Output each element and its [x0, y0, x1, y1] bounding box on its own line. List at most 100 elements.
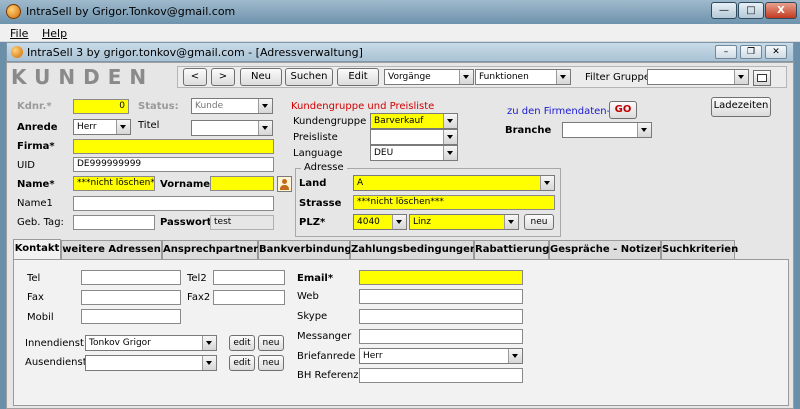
chevron-down-icon [116, 120, 130, 134]
fax-field[interactable] [81, 290, 181, 305]
next-record-button[interactable]: > [211, 68, 235, 86]
preisliste-select[interactable] [370, 129, 458, 145]
chevron-down-icon [459, 70, 473, 84]
name-label: Name* [17, 179, 55, 190]
kdnr-label: Kdnr.* [17, 101, 52, 112]
inner-window-title: IntraSell 3 by grigor.tonkov@gmail.com -… [27, 46, 363, 59]
skype-field[interactable] [359, 309, 523, 324]
chevron-down-icon [443, 146, 457, 160]
briefanrede-select[interactable]: Herr [359, 348, 523, 364]
app-logo-icon [6, 4, 21, 19]
tab-ansprechpartner[interactable]: Ansprechpartner [162, 240, 258, 260]
plz-neu-button[interactable]: neu [524, 214, 554, 230]
language-value: DEU [374, 148, 394, 158]
chevron-down-icon [504, 215, 518, 229]
aussendienst-select[interactable] [85, 355, 217, 371]
filter-group-select[interactable] [647, 69, 749, 85]
kdnr-field[interactable]: 0 [73, 99, 129, 114]
innendienst-value: Tonkov Grigor [89, 338, 151, 348]
tab-zahlungsbedingungen[interactable]: Zahlungsbedingungen [350, 240, 477, 260]
page-title: KUNDEN [11, 65, 155, 89]
messanger-field[interactable] [359, 329, 523, 344]
web-field[interactable] [359, 289, 523, 304]
inner-restore-button[interactable]: ❐ [740, 45, 762, 59]
kundengruppe-select[interactable]: Barverkauf [370, 113, 458, 129]
bhref-label: BH Referenz [297, 370, 359, 381]
tab-suchkriterien[interactable]: Suchkriterien [661, 240, 738, 260]
bhref-field[interactable] [359, 368, 523, 383]
branche-select[interactable] [562, 122, 652, 138]
kundengruppe-value: Barverkauf [374, 116, 424, 126]
email-field[interactable] [359, 270, 523, 285]
gebtag-field[interactable] [73, 215, 155, 230]
preisliste-label: Preisliste [293, 132, 338, 143]
land-select[interactable]: A [353, 175, 555, 191]
filter-window-icon[interactable] [753, 70, 771, 86]
firma-field[interactable] [73, 139, 274, 154]
chevron-down-icon [258, 99, 272, 113]
strasse-label: Strasse [299, 198, 342, 209]
status-select[interactable]: Kunde [191, 98, 273, 114]
funktionen-select[interactable]: Funktionen [475, 69, 571, 85]
tab-bankverbindung[interactable]: Bankverbindung [258, 240, 352, 260]
menu-help[interactable]: Help [42, 27, 67, 40]
tab-rabattierung[interactable]: Rabattierung [474, 240, 549, 260]
mobil-label: Mobil [27, 312, 54, 323]
close-button[interactable]: X [765, 2, 797, 19]
language-select[interactable]: DEU [370, 145, 458, 161]
innendienst-label: Innendienst [25, 338, 84, 349]
aussendienst-neu-button[interactable]: neu [258, 355, 284, 371]
mobil-field[interactable] [81, 309, 181, 324]
ladezeiten-button[interactable]: Ladezeiten [711, 97, 771, 117]
inner-minimize-button[interactable]: – [715, 45, 737, 59]
customer-form-panel: KUNDEN < > Neu Suchen Edit Vorgänge Funk… [6, 62, 794, 409]
uid-field[interactable]: DE999999999 [73, 157, 274, 172]
tab-kontakt[interactable]: Kontakt [13, 239, 61, 260]
anrede-select[interactable]: Herr [73, 119, 131, 135]
innendienst-select[interactable]: Tonkov Grigor [85, 335, 217, 351]
fax2-label: Fax2 [187, 292, 211, 303]
tab-weitere-adressen[interactable]: weitere Adressen [61, 240, 162, 260]
messanger-label: Messanger [297, 331, 352, 342]
plz-select[interactable]: 4040 [353, 214, 407, 230]
titel-label: Titel [138, 120, 160, 131]
maximize-button[interactable]: □ [738, 2, 764, 19]
titel-select[interactable] [191, 120, 273, 136]
innendienst-neu-button[interactable]: neu [258, 335, 284, 351]
aussendienst-edit-button[interactable]: edit [229, 355, 255, 371]
firmendaten-link[interactable]: zu den Firmendaten-> [507, 106, 619, 117]
passwort-field[interactable]: test [210, 215, 274, 230]
land-value: A [357, 178, 364, 188]
vorname-field[interactable] [210, 176, 274, 191]
menu-file[interactable]: File [10, 27, 28, 40]
inner-close-button[interactable]: ✕ [765, 45, 787, 59]
skype-label: Skype [297, 311, 328, 322]
chevron-down-icon [540, 176, 554, 190]
firma-label: Firma* [17, 141, 55, 152]
go-button[interactable]: GO [609, 101, 637, 119]
innendienst-edit-button[interactable]: edit [229, 335, 255, 351]
prev-record-button[interactable]: < [183, 68, 207, 86]
aussendienst-label: Ausendienst [25, 357, 87, 368]
name-field[interactable]: ***nicht löschen** [73, 176, 155, 191]
minimize-button[interactable]: — [711, 2, 737, 19]
person-icon[interactable] [277, 176, 292, 192]
ort-select[interactable]: Linz [409, 214, 519, 230]
vorname-label: Vorname [160, 179, 211, 190]
chevron-down-icon [508, 349, 522, 363]
strasse-field[interactable]: ***nicht löschen*** [353, 195, 555, 210]
tab-gespraeche-notizen[interactable]: Gespräche - Notizen [549, 240, 664, 260]
tel-field[interactable] [81, 270, 181, 285]
fax2-field[interactable] [213, 290, 285, 305]
vorgaenge-select[interactable]: Vorgänge [384, 69, 474, 85]
email-label: Email* [297, 273, 334, 284]
new-button[interactable]: Neu [240, 68, 282, 86]
name1-field[interactable] [73, 196, 274, 211]
edit-button[interactable]: Edit [337, 68, 379, 86]
briefanrede-label: Briefanrede [297, 351, 356, 362]
inner-window-title-bar: IntraSell 3 by grigor.tonkov@gmail.com -… [6, 42, 794, 62]
search-button[interactable]: Suchen [285, 68, 333, 86]
passwort-label: Passwort [160, 217, 212, 228]
tel2-label: Tel2 [187, 273, 207, 284]
tel2-field[interactable] [213, 270, 285, 285]
